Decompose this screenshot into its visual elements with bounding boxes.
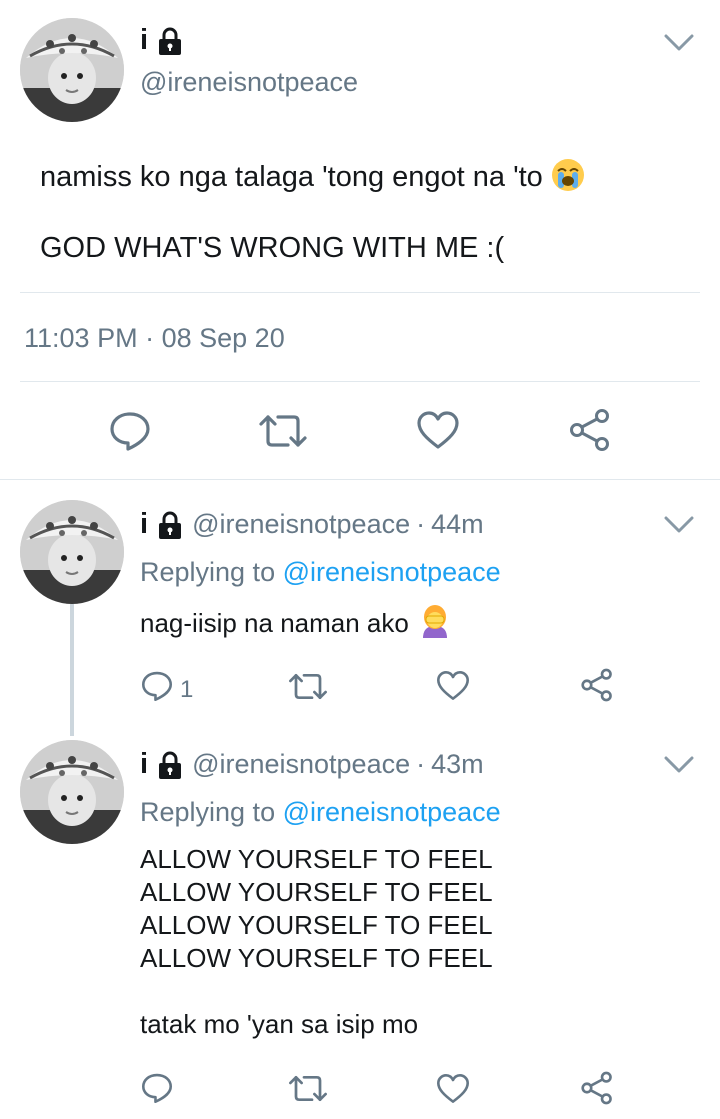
- reply-text-line: ALLOW YOURSELF TO FEEL: [140, 877, 493, 907]
- mention-link[interactable]: @ireneisnotpeace: [283, 557, 501, 587]
- author-name[interactable]: i: [140, 508, 148, 541]
- heart-icon[interactable]: [436, 1073, 470, 1104]
- author-handle[interactable]: @ireneisnotpeace: [140, 67, 358, 98]
- thread-connector: [70, 604, 74, 736]
- divider: [20, 292, 700, 293]
- reply-text-line: tatak mo 'yan sa isip mo: [140, 1009, 419, 1039]
- reply-text-line: ALLOW YOURSELF TO FEEL: [140, 943, 493, 973]
- reply-text-line: ALLOW YOURSELF TO FEEL: [140, 844, 493, 874]
- lock-icon: [158, 511, 182, 539]
- tweet-timestamp[interactable]: 11:03 PM · 08 Sep 20: [24, 323, 285, 354]
- loudly-crying-face-emoji: [551, 158, 585, 200]
- share-icon[interactable]: [568, 408, 612, 452]
- reply-text-line: nag-iisip na naman ako: [140, 604, 453, 646]
- chevron-down-icon[interactable]: [664, 516, 694, 534]
- divider: [20, 381, 700, 382]
- lock-icon: [158, 27, 182, 55]
- section-divider: [0, 479, 720, 480]
- replying-to-label: Replying to: [140, 797, 276, 827]
- heart-icon[interactable]: [436, 670, 470, 701]
- retweet-icon[interactable]: [258, 413, 308, 449]
- avatar[interactable]: [20, 500, 124, 604]
- tweet-text: namiss ko nga talaga 'tong engot na 'to: [40, 161, 543, 193]
- timestamp-separator: ·: [145, 323, 155, 353]
- woman-facepalming-emoji: [417, 604, 453, 646]
- avatar[interactable]: [20, 740, 124, 844]
- reply-author-row: i @ireneisnotpeace · 43m: [140, 748, 484, 781]
- reply-count: 1: [180, 676, 194, 703]
- reply-icon[interactable]: [141, 670, 173, 702]
- mention-link[interactable]: @ireneisnotpeace: [283, 797, 501, 827]
- author-name[interactable]: i: [140, 748, 148, 781]
- replying-to: Replying to @ireneisnotpeace: [140, 557, 501, 588]
- author-handle[interactable]: @ireneisnotpeace: [192, 509, 410, 540]
- separator: ·: [416, 749, 426, 779]
- retweet-icon[interactable]: [288, 672, 328, 701]
- share-icon[interactable]: [580, 1071, 614, 1105]
- tweet-time: 11:03 PM: [24, 323, 138, 353]
- lock-icon: [158, 751, 182, 779]
- share-icon[interactable]: [580, 668, 614, 702]
- chevron-down-icon[interactable]: [664, 34, 694, 52]
- replying-to-label: Replying to: [140, 557, 276, 587]
- tweet-age[interactable]: 44m: [431, 509, 484, 540]
- reply-text: nag-iisip na naman ako: [140, 608, 409, 638]
- author-handle-row: @ireneisnotpeace: [140, 67, 358, 98]
- reply-author-row: i @ireneisnotpeace · 44m: [140, 508, 484, 541]
- tweet-text-line: namiss ko nga talaga 'tong engot na 'to: [40, 158, 585, 200]
- separator: ·: [416, 509, 426, 539]
- reply-text-line: ALLOW YOURSELF TO FEEL: [140, 910, 493, 940]
- chevron-down-icon[interactable]: [664, 756, 694, 774]
- reply-icon[interactable]: [141, 1072, 173, 1104]
- replying-to: Replying to @ireneisnotpeace: [140, 797, 501, 828]
- reply-icon[interactable]: [109, 410, 151, 452]
- tweet-age[interactable]: 43m: [431, 749, 484, 780]
- tweet-date: 08 Sep 20: [161, 323, 285, 353]
- author-name-row: i: [140, 24, 182, 57]
- heart-icon[interactable]: [416, 410, 460, 450]
- author-name[interactable]: i: [140, 24, 148, 57]
- avatar[interactable]: [20, 18, 124, 122]
- retweet-icon[interactable]: [288, 1074, 328, 1103]
- tweet-text-line-2: GOD WHAT'S WRONG WITH ME :(: [40, 232, 505, 264]
- author-handle[interactable]: @ireneisnotpeace: [192, 749, 410, 780]
